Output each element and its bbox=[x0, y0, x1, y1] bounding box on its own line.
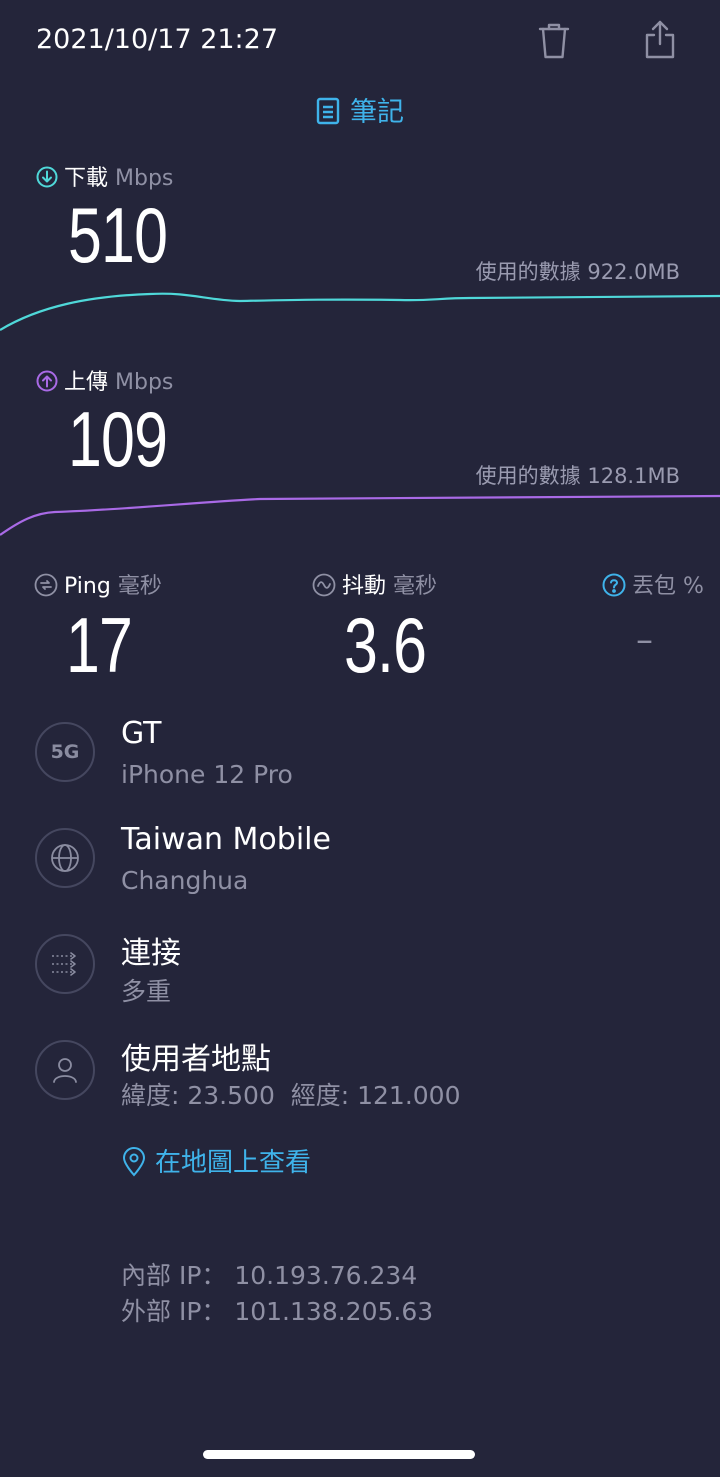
globe-icon bbox=[51, 844, 79, 872]
connection-mode: 多重 bbox=[121, 977, 172, 1006]
provider-icon-circle bbox=[35, 828, 95, 888]
jitter-label: 抖動 bbox=[342, 574, 387, 599]
upload-label: 上傳 bbox=[64, 370, 109, 395]
provider-name: Taiwan Mobile bbox=[121, 822, 331, 857]
connection-title: 連接 bbox=[121, 936, 181, 971]
ping-unit: 毫秒 bbox=[117, 574, 162, 599]
server-location: Changhua bbox=[121, 866, 249, 895]
share-icon bbox=[645, 20, 675, 59]
packet-loss-label-row[interactable]: 丟包 % bbox=[602, 568, 704, 600]
view-on-map-label: 在地圖上查看 bbox=[155, 1148, 312, 1178]
user-coordinates: 緯度: 23.500 經度: 121.000 bbox=[121, 1081, 461, 1110]
packet-loss-value: – bbox=[636, 620, 653, 660]
user-icon bbox=[53, 1058, 77, 1083]
upload-arrow-icon bbox=[36, 370, 58, 392]
download-speed-value: 510 bbox=[68, 191, 168, 279]
device-model: iPhone 12 Pro bbox=[121, 760, 293, 789]
jitter-icon bbox=[312, 573, 336, 597]
packet-loss-unit: % bbox=[683, 574, 704, 599]
upload-unit: Mbps bbox=[115, 370, 174, 395]
map-pin-icon bbox=[122, 1147, 146, 1177]
location-icon-circle bbox=[35, 1040, 95, 1100]
home-indicator[interactable] bbox=[203, 1450, 475, 1459]
download-speed-graph bbox=[0, 292, 720, 331]
trash-icon bbox=[538, 23, 570, 59]
ping-value: 17 bbox=[66, 601, 133, 689]
packet-loss-label: 丟包 bbox=[632, 574, 677, 599]
view-on-map-link[interactable]: 在地圖上查看 bbox=[121, 1142, 311, 1179]
upload-speed-value: 109 bbox=[68, 395, 168, 483]
external-ip: 外部 IP： 101.138.205.63 bbox=[121, 1297, 434, 1326]
help-icon[interactable] bbox=[602, 573, 626, 597]
download-arrow-icon bbox=[36, 166, 58, 188]
ping-label: Ping bbox=[64, 574, 111, 599]
user-location-title: 使用者地點 bbox=[121, 1042, 271, 1077]
download-label-row: 下載 Mbps bbox=[36, 160, 173, 192]
ping-label-row: Ping 毫秒 bbox=[34, 568, 162, 600]
download-unit: Mbps bbox=[115, 166, 174, 191]
5g-icon: 5G bbox=[50, 741, 80, 763]
upload-speed-graph bbox=[0, 494, 720, 536]
notes-icon bbox=[316, 97, 340, 132]
download-label: 下載 bbox=[64, 166, 109, 191]
jitter-label-row: 抖動 毫秒 bbox=[312, 568, 437, 600]
internal-ip: 內部 IP： 10.193.76.234 bbox=[121, 1261, 418, 1290]
connection-icon-circle bbox=[35, 934, 95, 994]
multi-connection-icon bbox=[52, 952, 76, 976]
delete-button[interactable] bbox=[532, 20, 576, 64]
notes-label: 筆記 bbox=[350, 97, 404, 128]
upload-label-row: 上傳 Mbps bbox=[36, 364, 173, 396]
network-type-badge: 5G bbox=[35, 722, 95, 782]
share-button[interactable] bbox=[638, 18, 682, 62]
ping-icon bbox=[34, 573, 58, 597]
notes-button[interactable]: 筆記 bbox=[0, 90, 720, 132]
device-carrier-title: GT bbox=[121, 716, 162, 751]
result-datetime: 2021/10/17 21:27 bbox=[36, 24, 279, 55]
jitter-unit: 毫秒 bbox=[393, 574, 438, 599]
jitter-value: 3.6 bbox=[344, 601, 427, 689]
